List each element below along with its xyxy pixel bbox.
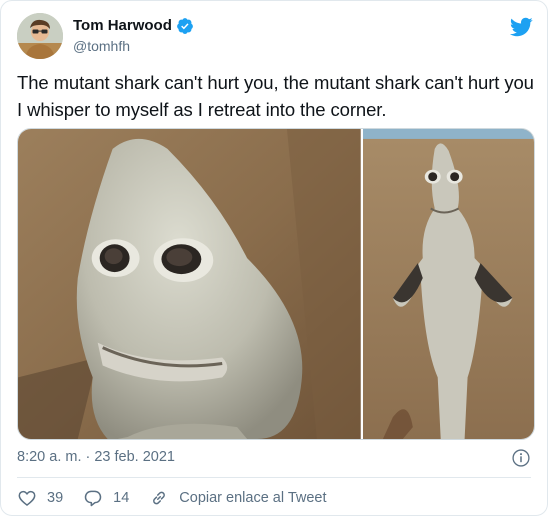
reply-bubble-icon <box>84 490 102 507</box>
tweet-timestamp[interactable]: 8:20 a. m. · 23 feb. 2021 <box>17 449 175 465</box>
shark-face-photo[interactable] <box>18 129 361 439</box>
verified-badge-icon <box>177 18 193 34</box>
tweet-actions: 39 14 Copiar enlace al Tweet <box>17 487 327 509</box>
shark-body-photo[interactable] <box>362 129 534 439</box>
reply-count: 14 <box>113 490 130 506</box>
display-name[interactable]: Tom Harwood <box>73 17 172 35</box>
tweet-card: Tom Harwood @tomhfh The mutant shark can… <box>0 0 548 516</box>
reply-button[interactable]: 14 <box>83 488 129 508</box>
author-block: Tom Harwood @tomhfh <box>73 17 194 54</box>
divider <box>17 477 531 478</box>
tweet-media <box>17 128 535 440</box>
copy-link-button[interactable]: Copiar enlace al Tweet <box>149 488 327 508</box>
twitter-bird-icon[interactable] <box>509 15 533 39</box>
link-icon <box>153 491 166 505</box>
like-button[interactable]: 39 <box>17 488 63 508</box>
copy-link-label: Copiar enlace al Tweet <box>179 490 327 506</box>
tweet-text: The mutant shark can't hurt you, the mut… <box>17 72 534 120</box>
info-icon[interactable] <box>511 448 531 468</box>
tweet-header: Tom Harwood @tomhfh <box>17 13 535 59</box>
like-count: 39 <box>47 490 64 506</box>
heart-icon <box>18 490 36 507</box>
avatar[interactable] <box>17 13 63 59</box>
name-row: Tom Harwood <box>73 17 194 35</box>
handle[interactable]: @tomhfh <box>73 38 194 54</box>
